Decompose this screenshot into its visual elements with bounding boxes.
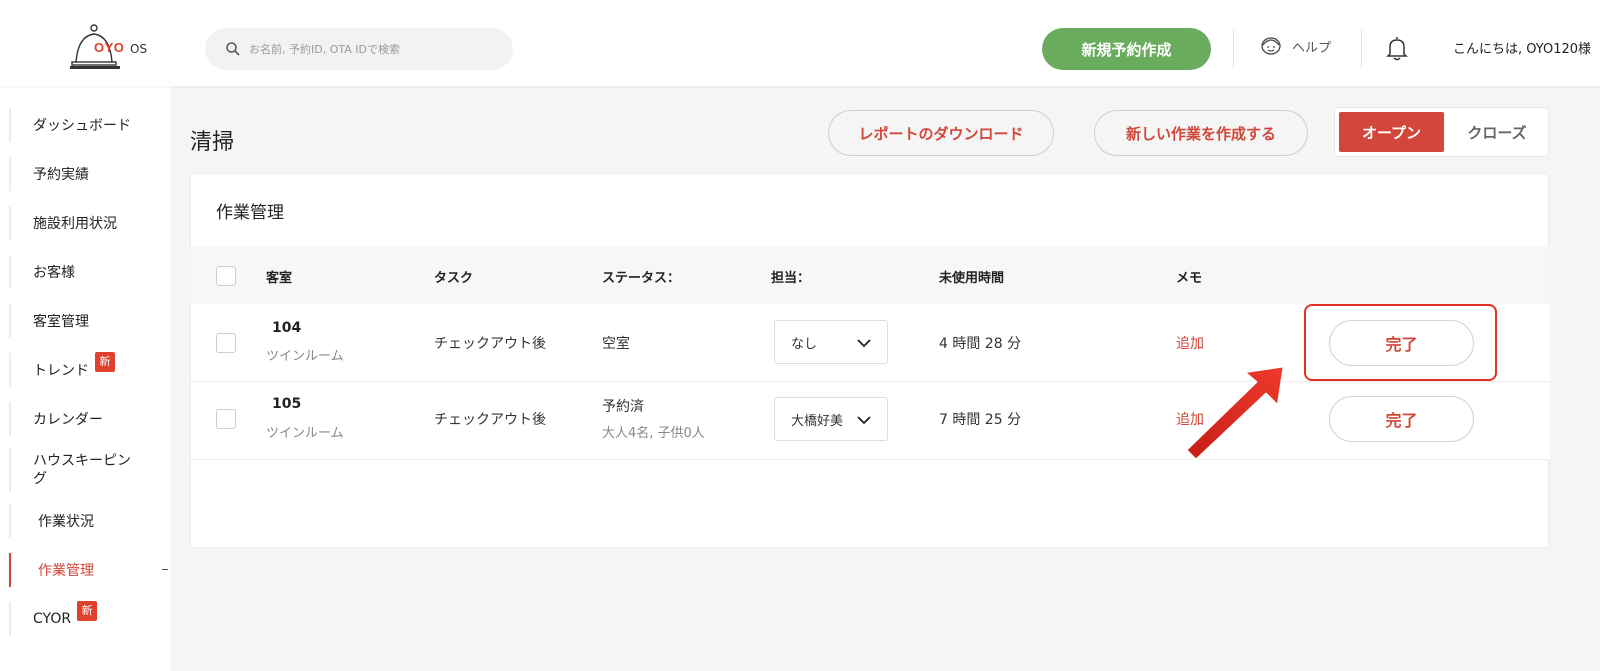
sidebar-item-trends[interactable]: トレンド 新 — [9, 352, 168, 387]
logo-text: OYO — [94, 40, 125, 55]
logo-suffix: OS — [130, 42, 148, 56]
sidebar-item-task-management[interactable]: 作業管理 — [9, 553, 168, 587]
sidebar-item-room-management[interactable]: 客室管理 — [9, 304, 168, 338]
sidebar-item-label: ダッシュボード — [33, 118, 131, 134]
sidebar-item-booking-results[interactable]: 予約実績 — [9, 157, 168, 191]
tab-close[interactable]: クローズ — [1447, 112, 1547, 152]
user-greeting[interactable]: こんにちは, OYO120様 — [1453, 38, 1591, 57]
add-memo-link[interactable]: 追加 — [1176, 333, 1204, 353]
header-room: 客室 — [266, 271, 293, 286]
sidebar-item-label: トレンド — [33, 363, 89, 379]
sidebar: ダッシュボード 予約実績 施設利用状況 お客様 客室管理 トレンド 新 カレンダ… — [0, 86, 168, 671]
chevron-down-icon — [857, 339, 871, 348]
sidebar-item-label: 客室管理 — [33, 314, 89, 330]
help-link[interactable]: ヘルプ — [1260, 36, 1331, 56]
help-headset-icon — [1261, 37, 1281, 55]
status-detail: 大人4名, 子供0人 — [602, 426, 705, 441]
sidebar-item-label: カレンダー — [33, 412, 103, 428]
table-row: 105 ツインルーム チェックアウト後 予約済 大人4名, 子供0人 大橋好美 … — [191, 382, 1550, 460]
tab-open[interactable]: オープン — [1339, 112, 1444, 152]
open-close-toggle: オープン クローズ — [1334, 107, 1549, 157]
sidebar-item-dashboard[interactable]: ダッシュボード — [9, 108, 168, 142]
assignee-value: なし — [791, 337, 818, 352]
idle-time: 4 時間 28 分 — [939, 336, 1022, 352]
page-title: 清掃 — [190, 130, 235, 155]
idle-time: 7 時間 25 分 — [939, 412, 1022, 428]
sidebar-item-calendar[interactable]: カレンダー — [9, 402, 168, 436]
help-label: ヘルプ — [1292, 40, 1332, 56]
status-text: 空室 — [602, 336, 630, 352]
sidebar-item-label: お客様 — [33, 265, 75, 281]
download-report-button[interactable]: レポートのダウンロード — [828, 110, 1054, 156]
header-assignee[interactable]: 担当： — [771, 267, 810, 286]
sidebar-item-label: CYOR — [33, 611, 72, 627]
sidebar-item-cyor[interactable]: CYOR 新 — [9, 601, 168, 636]
annotation-arrow — [1184, 364, 1286, 462]
room-type: ツインルーム — [266, 426, 344, 441]
task-name: チェックアウト後 — [434, 336, 546, 352]
main-content: 清掃 レポートのダウンロード 新しい作業を作成する オープン クローズ 作業管理… — [170, 86, 1600, 671]
sidebar-item-label: 作業管理 — [38, 563, 94, 579]
oyo-os-logo[interactable]: OYO OS — [70, 22, 160, 72]
chevron-down-icon — [857, 416, 871, 425]
status-text: 予約済 — [602, 399, 644, 415]
sidebar-item-label: ハウスキーピング — [33, 453, 131, 487]
header-task: タスク — [434, 271, 474, 286]
sidebar-item-label: 作業状況 — [38, 514, 94, 530]
complete-button[interactable]: 完了 — [1329, 396, 1474, 442]
select-all-checkbox[interactable] — [216, 266, 236, 286]
annotation-highlight-box — [1304, 304, 1497, 381]
header-idle-time: 未使用時間 — [939, 271, 1005, 286]
search-icon — [226, 42, 240, 56]
task-card: 作業管理 客室 タスク ステータス： 担当： 未使用時間 メモ 104 ツインル… — [190, 173, 1550, 548]
bell-icon[interactable] — [1385, 35, 1409, 61]
create-task-button[interactable]: 新しい作業を作成する — [1094, 110, 1308, 156]
assignee-value: 大橋好美 — [791, 414, 844, 429]
sidebar-item-guests[interactable]: お客様 — [9, 255, 168, 289]
room-number: 104 — [272, 320, 302, 336]
assignee-dropdown[interactable]: なし — [774, 320, 888, 364]
header-status[interactable]: ステータス： — [602, 267, 680, 286]
room-number: 105 — [272, 396, 302, 412]
divider — [1233, 30, 1234, 68]
top-bar: OYO OS 新規予約作成 ヘルプ こんにちは, OYO120様 — [0, 0, 1600, 86]
sidebar-item-label: 予約実績 — [33, 167, 89, 183]
task-name: チェックアウト後 — [434, 412, 546, 428]
new-booking-button[interactable]: 新規予約作成 — [1042, 28, 1211, 70]
sidebar-item-housekeeping[interactable]: ハウスキーピング — [9, 448, 139, 492]
divider — [1361, 30, 1362, 68]
new-badge: 新 — [77, 601, 98, 621]
search-input[interactable] — [249, 38, 499, 60]
sidebar-item-work-status[interactable]: 作業状況 — [9, 504, 168, 538]
row-checkbox[interactable] — [216, 409, 236, 429]
header-memo: メモ — [1176, 271, 1203, 286]
new-badge: 新 — [95, 352, 115, 372]
table-header: 客室 タスク ステータス： 担当： 未使用時間 メモ — [191, 246, 1550, 304]
room-type: ツインルーム — [266, 349, 344, 364]
sidebar-item-facility-usage[interactable]: 施設利用状況 — [9, 206, 168, 240]
search-bar[interactable] — [205, 28, 513, 70]
row-checkbox[interactable] — [216, 333, 236, 353]
card-title: 作業管理 — [216, 203, 284, 223]
sidebar-item-label: 施設利用状況 — [33, 216, 117, 232]
assignee-dropdown[interactable]: 大橋好美 — [774, 397, 888, 441]
